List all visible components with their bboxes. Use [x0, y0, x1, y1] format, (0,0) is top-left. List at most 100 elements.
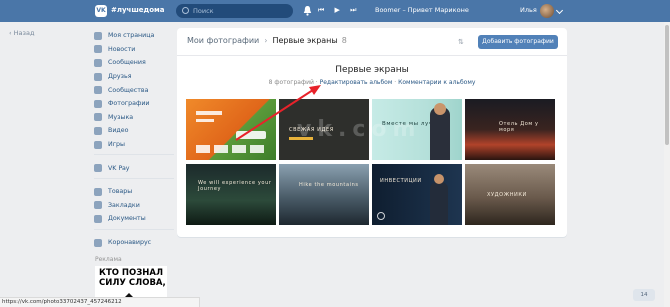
- sidebar-item-video[interactable]: Видео: [94, 124, 174, 138]
- sidebar-item-label: Видео: [108, 127, 129, 135]
- photo-banner: [196, 145, 210, 153]
- friends-icon: [94, 72, 102, 81]
- photo-thumb[interactable]: We will experience your Journey: [186, 164, 276, 225]
- sidebar-item-label: Друзья: [108, 73, 132, 81]
- sidebar-item-label: Фотографии: [108, 100, 150, 108]
- now-playing-track[interactable]: Boomer – Привет Мариконе: [375, 6, 469, 14]
- album-title: Первые экраны: [335, 65, 409, 75]
- camera-icon: [94, 99, 102, 108]
- sidebar-item-photos[interactable]: Фотографии: [94, 97, 174, 111]
- search-icon: [182, 7, 189, 14]
- home-icon: [94, 31, 102, 40]
- sidebar-item-bookmarks[interactable]: Закладки: [94, 199, 174, 213]
- camera-icon: [377, 212, 385, 220]
- bell-icon[interactable]: [303, 5, 312, 16]
- sidebar-item-goods[interactable]: Товары: [94, 185, 174, 199]
- album-meta: 8 фотографий · Редактировать альбом · Ко…: [268, 79, 476, 86]
- sidebar-item-news[interactable]: Новости: [94, 43, 174, 57]
- photo-thumb[interactable]: Hike the mountains: [279, 164, 369, 225]
- photo-banner: [250, 145, 264, 153]
- games-icon: [94, 140, 102, 149]
- sidebar-item-label: VK Pay: [108, 164, 130, 172]
- messages-icon: [94, 58, 102, 67]
- vk-logo[interactable]: VK: [95, 5, 107, 17]
- news-icon: [94, 45, 102, 54]
- sidebar-item-label: Сообщения: [108, 59, 146, 67]
- card-divider: [177, 55, 567, 56]
- photo-caption: Отель Дом у моря: [499, 121, 539, 133]
- sidebar-item-music[interactable]: Музыка: [94, 111, 174, 125]
- add-photos-button[interactable]: Добавить фотографии: [478, 35, 558, 49]
- sidebar-item-label: Коронавирус: [108, 239, 152, 247]
- sidebar-item-label: Новости: [108, 45, 136, 53]
- sidebar: Моя страница Новости Сообщения Друзья Со…: [94, 29, 174, 249]
- music-icon: [94, 113, 102, 122]
- watermark: vk.com: [297, 117, 422, 142]
- scrollbar-thumb[interactable]: [665, 25, 669, 145]
- photo-person-head: [434, 174, 444, 184]
- sidebar-item-label: Музыка: [108, 113, 134, 121]
- back-link[interactable]: ‹ Назад: [9, 29, 34, 37]
- hashtag-label[interactable]: #лучшедома: [111, 6, 164, 14]
- sidebar-item-label: Моя страница: [108, 32, 155, 40]
- sort-icon[interactable]: ⇅: [458, 38, 468, 46]
- chevron-down-icon[interactable]: [555, 6, 564, 15]
- photo-thumb[interactable]: ИНВЕСТИЦИИ: [372, 164, 462, 225]
- user-name[interactable]: Илья: [520, 6, 537, 14]
- avatar[interactable]: [540, 4, 554, 18]
- breadcrumb-current: Первые экраны: [272, 36, 338, 45]
- photo-caption: Hike the mountains: [299, 182, 359, 188]
- edit-album-link[interactable]: Редактировать альбом: [320, 79, 393, 86]
- virus-icon: [94, 238, 102, 247]
- photo-banner: [236, 131, 266, 139]
- photo-banner: [232, 145, 246, 153]
- scrollbar[interactable]: [664, 22, 670, 307]
- bookmark-icon: [94, 201, 102, 210]
- sidebar-item-vkpay[interactable]: VK Pay: [94, 161, 174, 175]
- photo-thumb[interactable]: Отель Дом у моря: [465, 99, 555, 160]
- docs-icon: [94, 214, 102, 223]
- video-icon: [94, 126, 102, 135]
- photo-person-head: [434, 103, 446, 115]
- sidebar-item-docs[interactable]: Документы: [94, 212, 174, 226]
- vkpay-icon: [94, 164, 102, 173]
- sidebar-divider: [94, 154, 174, 161]
- sidebar-item-games[interactable]: Игры: [94, 138, 174, 152]
- breadcrumb: Мои фотографии › Первые экраны 8: [187, 36, 347, 45]
- sidebar-item-label: Игры: [108, 141, 125, 149]
- online-counter-badge[interactable]: 14: [633, 289, 655, 301]
- photo-caption: We will experience your Journey: [198, 180, 272, 192]
- sidebar-divider: [94, 228, 174, 236]
- sidebar-divider: [94, 177, 174, 185]
- photo-banner: [196, 111, 222, 115]
- back-label: Назад: [13, 29, 35, 37]
- breadcrumb-count: 8: [341, 36, 347, 45]
- sidebar-item-coronavirus[interactable]: Коронавирус: [94, 236, 174, 250]
- search-input[interactable]: Поиск: [176, 4, 293, 18]
- breadcrumb-root[interactable]: Мои фотографии: [187, 36, 259, 45]
- status-bar-url: https://vk.com/photo33702437_457246212: [0, 297, 200, 307]
- photo-count: 8 фотографий: [268, 79, 314, 86]
- sidebar-item-messages[interactable]: Сообщения: [94, 56, 174, 70]
- sidebar-item-my-page[interactable]: Моя страница: [94, 29, 174, 43]
- ad-text: КТО ПОЗНАЛ СИЛУ СЛОВА,: [99, 268, 166, 288]
- photo-thumb[interactable]: ХУДОЖНИКИ: [465, 164, 555, 225]
- breadcrumb-separator: ›: [264, 36, 268, 45]
- sidebar-item-label: Закладки: [108, 201, 140, 209]
- photo-caption: ИНВЕСТИЦИИ: [380, 178, 422, 184]
- album-comments-link[interactable]: Комментарии к альбому: [398, 79, 475, 86]
- player-controls[interactable]: ⏮ ▶ ⏭: [318, 6, 360, 15]
- sidebar-item-label: Документы: [108, 215, 146, 223]
- groups-icon: [94, 86, 102, 95]
- sidebar-item-groups[interactable]: Сообщества: [94, 83, 174, 97]
- photo-thumb[interactable]: [186, 99, 276, 160]
- photo-person: [430, 182, 448, 225]
- goods-icon: [94, 187, 102, 196]
- sidebar-item-label: Сообщества: [108, 86, 149, 94]
- top-header: VK #лучшедома Поиск ⏮ ▶ ⏭ Boomer – Приве…: [0, 0, 670, 22]
- ads-label: Реклама: [95, 256, 122, 263]
- photo-banner: [214, 145, 228, 153]
- sidebar-item-label: Товары: [108, 188, 133, 196]
- photo-banner: [196, 119, 214, 122]
- sidebar-item-friends[interactable]: Друзья: [94, 70, 174, 84]
